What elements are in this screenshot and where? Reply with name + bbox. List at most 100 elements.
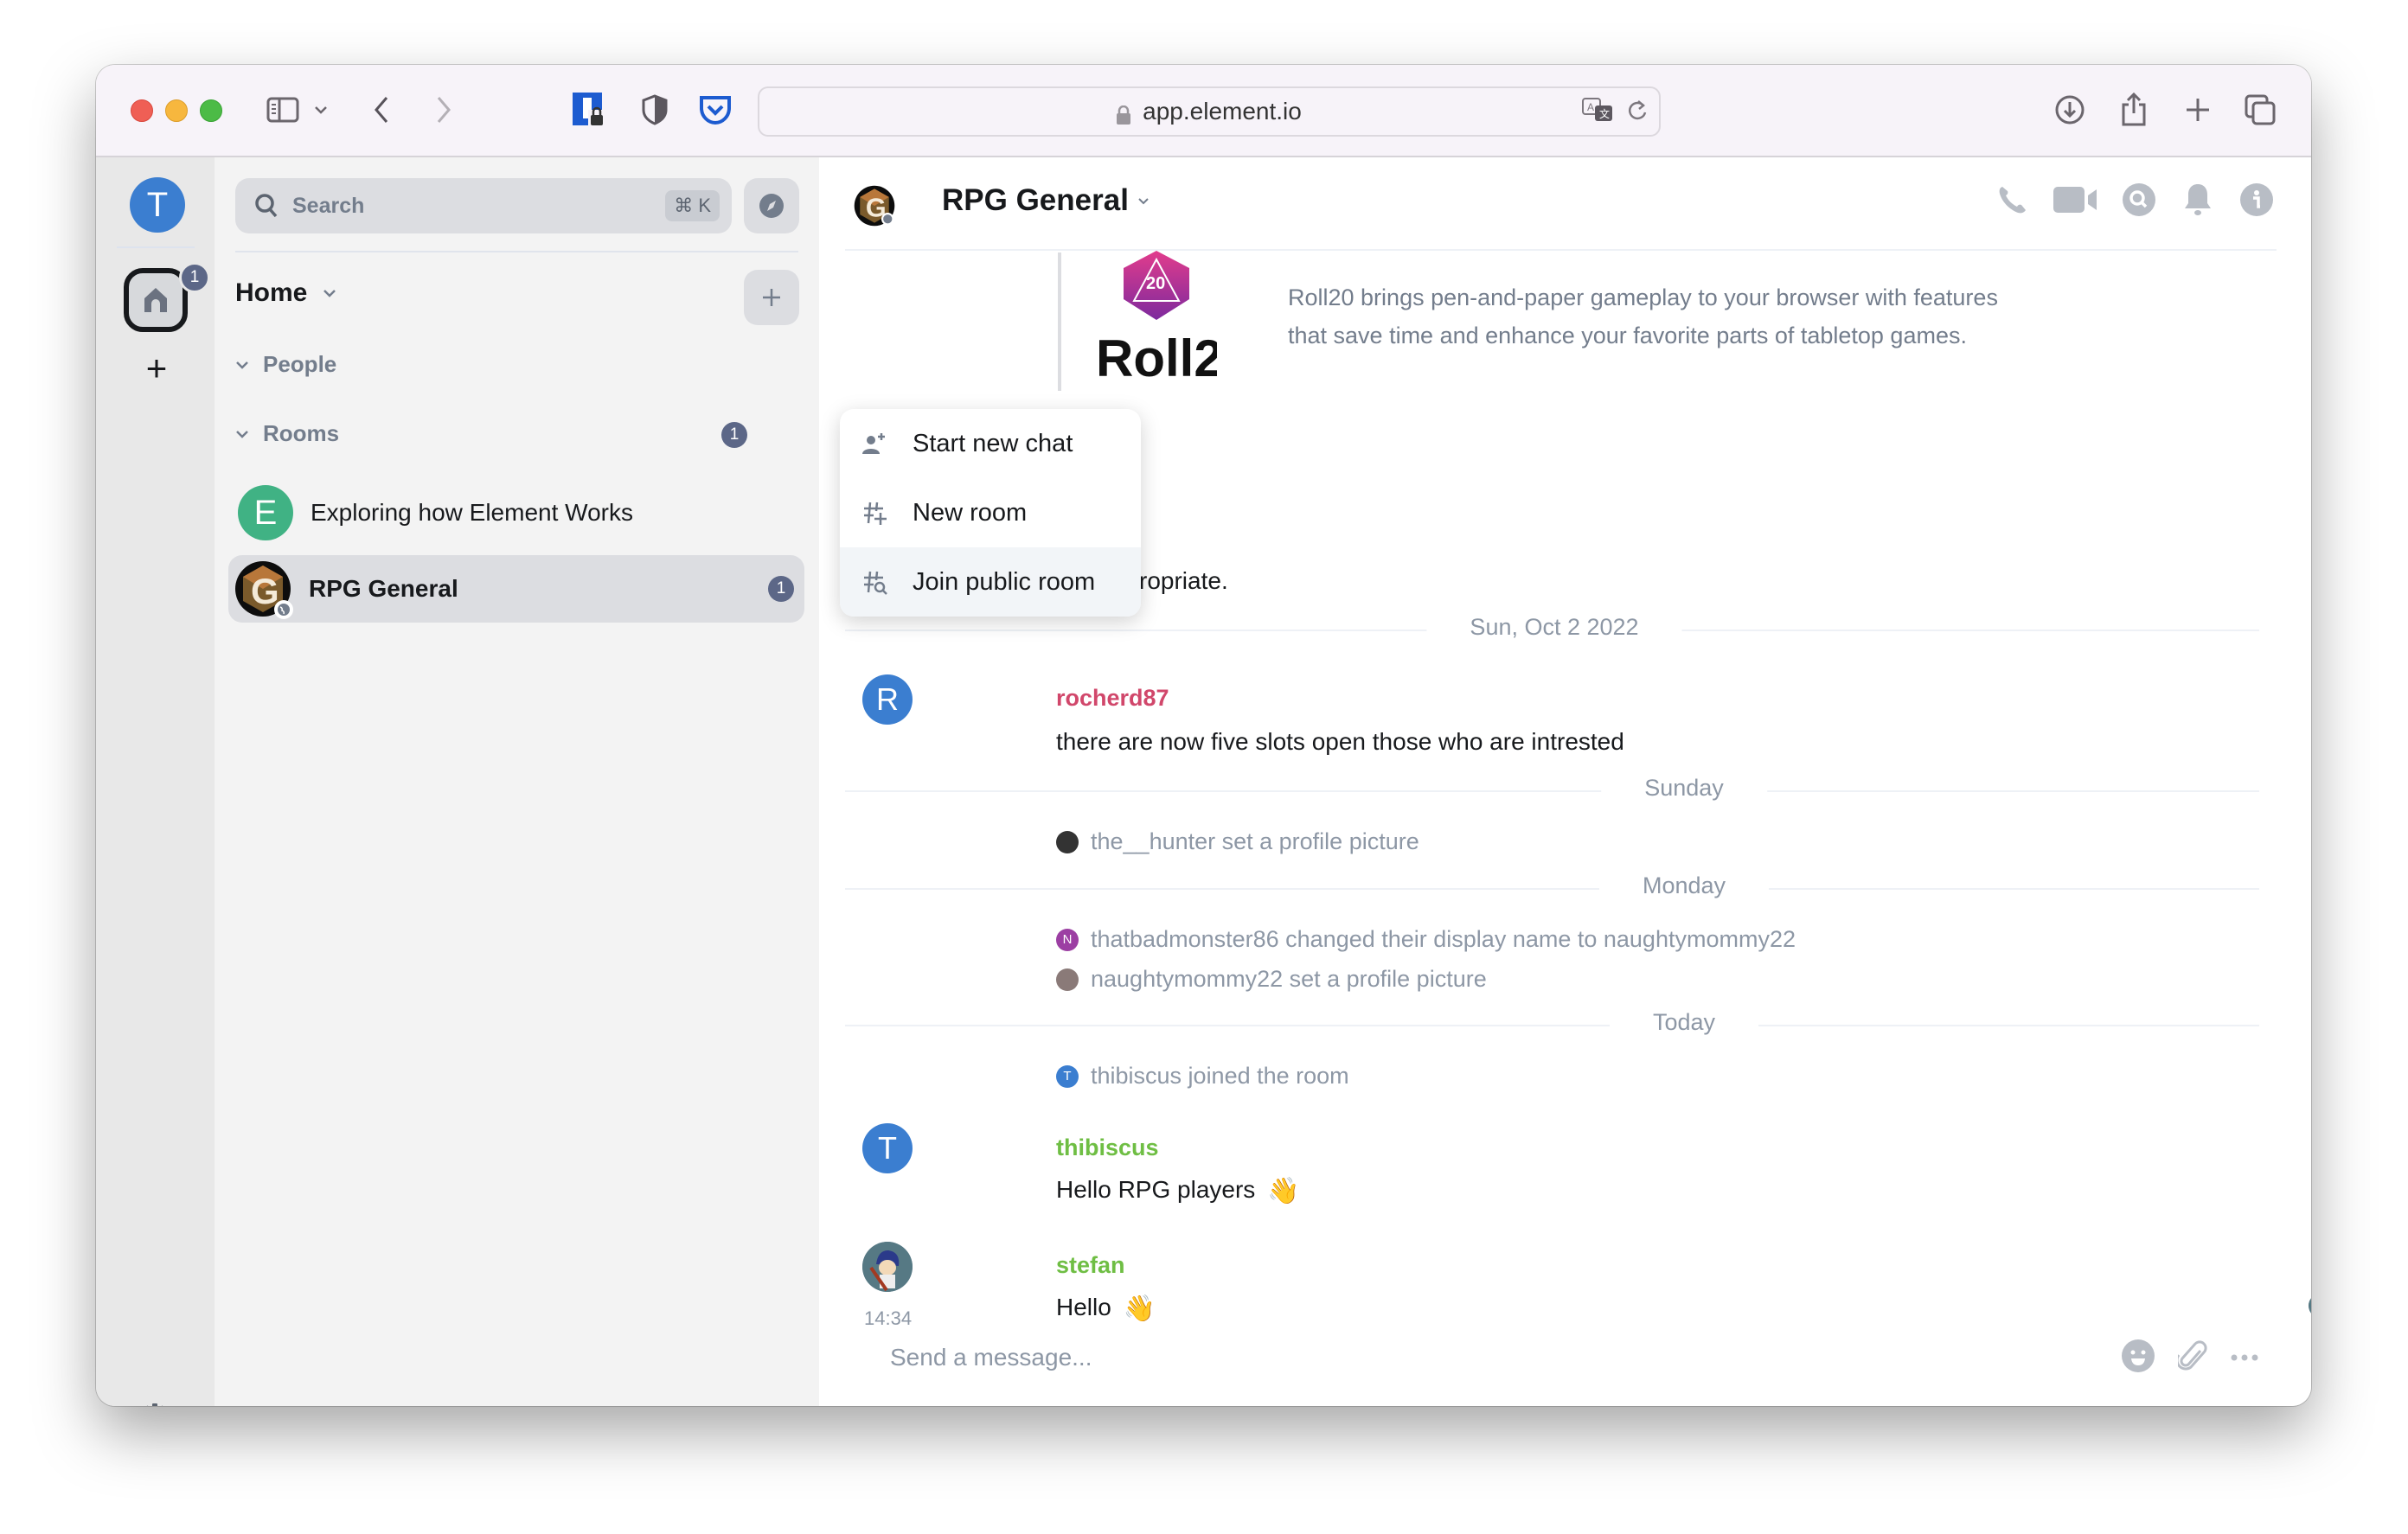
user-avatar-initial: T xyxy=(146,185,169,224)
menu-item-label: Start new chat xyxy=(913,429,1073,457)
home-title: Home xyxy=(235,278,308,307)
tab-overview-icon[interactable] xyxy=(2243,94,2277,125)
chevron-down-icon xyxy=(236,361,248,369)
search-button[interactable]: Search ⌘ K xyxy=(235,178,732,233)
gear-icon xyxy=(144,1403,166,1406)
create-space-button[interactable]: + xyxy=(139,348,174,388)
sidebar-toggle-icon[interactable] xyxy=(266,94,300,125)
pocket-icon[interactable] xyxy=(698,94,733,125)
quick-settings-button[interactable] xyxy=(141,1403,172,1406)
space-context-menu-trigger[interactable]: Home xyxy=(235,278,336,308)
member-avatar xyxy=(1056,830,1079,853)
room-list-item[interactable]: E Exploring how Element Works xyxy=(228,479,804,546)
share-icon[interactable] xyxy=(2117,93,2151,126)
room-avatar-initial: E xyxy=(253,493,278,532)
sender-avatar[interactable]: R xyxy=(862,674,913,725)
close-window-button[interactable] xyxy=(131,99,153,122)
room-header-avatar[interactable]: G xyxy=(854,185,895,227)
bitwarden-icon[interactable] xyxy=(572,93,606,125)
sender-name[interactable]: thibiscus xyxy=(1056,1135,1159,1161)
person-add-icon xyxy=(861,430,888,457)
browser-window: app.element.io A文 T 1 + Search ⌘ K Home … xyxy=(96,65,2311,1406)
sender-avatar[interactable]: T xyxy=(862,1123,913,1173)
video-call-icon xyxy=(2053,187,2097,213)
maximize-window-button[interactable] xyxy=(200,99,222,122)
space-bar: T 1 + xyxy=(96,157,215,1406)
forward-icon[interactable] xyxy=(433,94,454,125)
privacy-shield-icon[interactable] xyxy=(639,94,670,125)
notifications-icon xyxy=(2185,184,2211,215)
sender-avatar[interactable] xyxy=(862,1242,913,1292)
rooms-section-header[interactable]: Rooms xyxy=(235,420,339,447)
browser-toolbar: app.element.io A文 xyxy=(96,65,2311,157)
url-preview-description: Roll20 brings pen-and-paper gameplay to … xyxy=(1288,278,1998,355)
room-info-button[interactable] xyxy=(2237,180,2277,220)
svg-text:A: A xyxy=(1587,101,1594,113)
read-receipt-avatar[interactable] xyxy=(2309,1294,2311,1318)
state-event-text: thibiscus joined the room xyxy=(1091,1063,1349,1089)
room-avatar: E xyxy=(238,485,293,540)
sender-name[interactable]: stefan xyxy=(1056,1252,1125,1279)
reload-icon[interactable] xyxy=(1626,99,1649,129)
state-event: the__hunter set a profile picture xyxy=(1056,828,1419,855)
sender-name[interactable]: rocherd87 xyxy=(1056,685,1169,712)
room-name: Exploring how Element Works xyxy=(311,499,633,526)
menu-item-start-new-chat[interactable]: Start new chat xyxy=(840,409,1141,478)
menu-item-new-room[interactable]: New room xyxy=(840,478,1141,547)
minimize-window-button[interactable] xyxy=(165,99,188,122)
voice-call-button[interactable] xyxy=(1993,180,2033,220)
add-room-button[interactable] xyxy=(744,270,799,325)
date-separator: Sun, Oct 2 2022 xyxy=(1426,614,1682,641)
chevron-down-icon xyxy=(323,290,336,297)
message-body: Hello RPG players 👋 xyxy=(1056,1176,1299,1206)
menu-item-join-public-room[interactable]: Join public room xyxy=(840,547,1141,617)
download-icon[interactable] xyxy=(2053,94,2087,125)
room-list-item-selected[interactable]: G RPG General 1 xyxy=(228,555,804,623)
paperclip-icon xyxy=(2175,1340,2207,1371)
home-space-button[interactable] xyxy=(124,268,188,332)
state-event: T thibiscus joined the room xyxy=(1056,1063,1349,1090)
home-unread-badge: 1 xyxy=(179,262,210,293)
room-title-button[interactable]: RPG General xyxy=(942,183,1150,218)
roll20-wordmark: Roll20 xyxy=(1096,329,1217,387)
add-room-context-menu: Start new chat New room Join public room xyxy=(840,409,1141,617)
explore-rooms-button[interactable] xyxy=(744,178,799,233)
date-separator-line xyxy=(845,1025,2259,1026)
date-separator-line xyxy=(845,888,2259,890)
chevron-down-icon[interactable] xyxy=(312,94,330,125)
lock-icon xyxy=(1117,103,1131,125)
new-tab-icon[interactable] xyxy=(2181,94,2215,125)
room-list-panel: Search ⌘ K Home People Rooms 1 E Explori… xyxy=(215,157,819,1406)
state-event: N thatbadmonster86 changed their display… xyxy=(1056,926,1796,953)
attachment-button[interactable] xyxy=(2175,1339,2207,1377)
room-view: G RPG General 20 Roll2 Roll20 brings pen… xyxy=(819,157,2311,1406)
search-placeholder: Search xyxy=(292,193,365,218)
notifications-button[interactable] xyxy=(2178,180,2218,220)
menu-item-label: Join public room xyxy=(913,567,1096,596)
video-call-button[interactable] xyxy=(2052,180,2100,220)
room-list-divider xyxy=(235,251,798,252)
emoji-button[interactable] xyxy=(2121,1339,2155,1377)
sender-avatar-initial: R xyxy=(876,681,899,717)
message-input[interactable] xyxy=(888,1335,1930,1380)
message-text: Hello RPG players xyxy=(1056,1176,1256,1203)
translate-icon[interactable]: A文 xyxy=(1581,97,1616,131)
address-bar[interactable]: app.element.io A文 xyxy=(758,86,1661,137)
room-search-button[interactable] xyxy=(2119,180,2159,220)
room-search-icon xyxy=(2123,183,2155,216)
room-unread-badge: 1 xyxy=(768,576,794,602)
room-avatar: G xyxy=(234,560,293,619)
dice-number: 20 xyxy=(1146,274,1165,293)
back-icon[interactable] xyxy=(371,94,392,125)
user-avatar[interactable]: T xyxy=(130,177,185,233)
member-avatar xyxy=(1056,968,1079,991)
more-options-button[interactable] xyxy=(2230,1351,2259,1366)
chevron-down-icon xyxy=(236,430,248,438)
member-avatar: T xyxy=(1056,1064,1079,1088)
compass-icon xyxy=(759,194,784,218)
plus-icon xyxy=(763,289,780,306)
people-section-header[interactable]: People xyxy=(235,351,336,378)
hash-search-icon xyxy=(861,568,888,596)
roll20-logo: 20 Roll20 xyxy=(1096,251,1217,398)
member-avatar: N xyxy=(1056,928,1079,951)
